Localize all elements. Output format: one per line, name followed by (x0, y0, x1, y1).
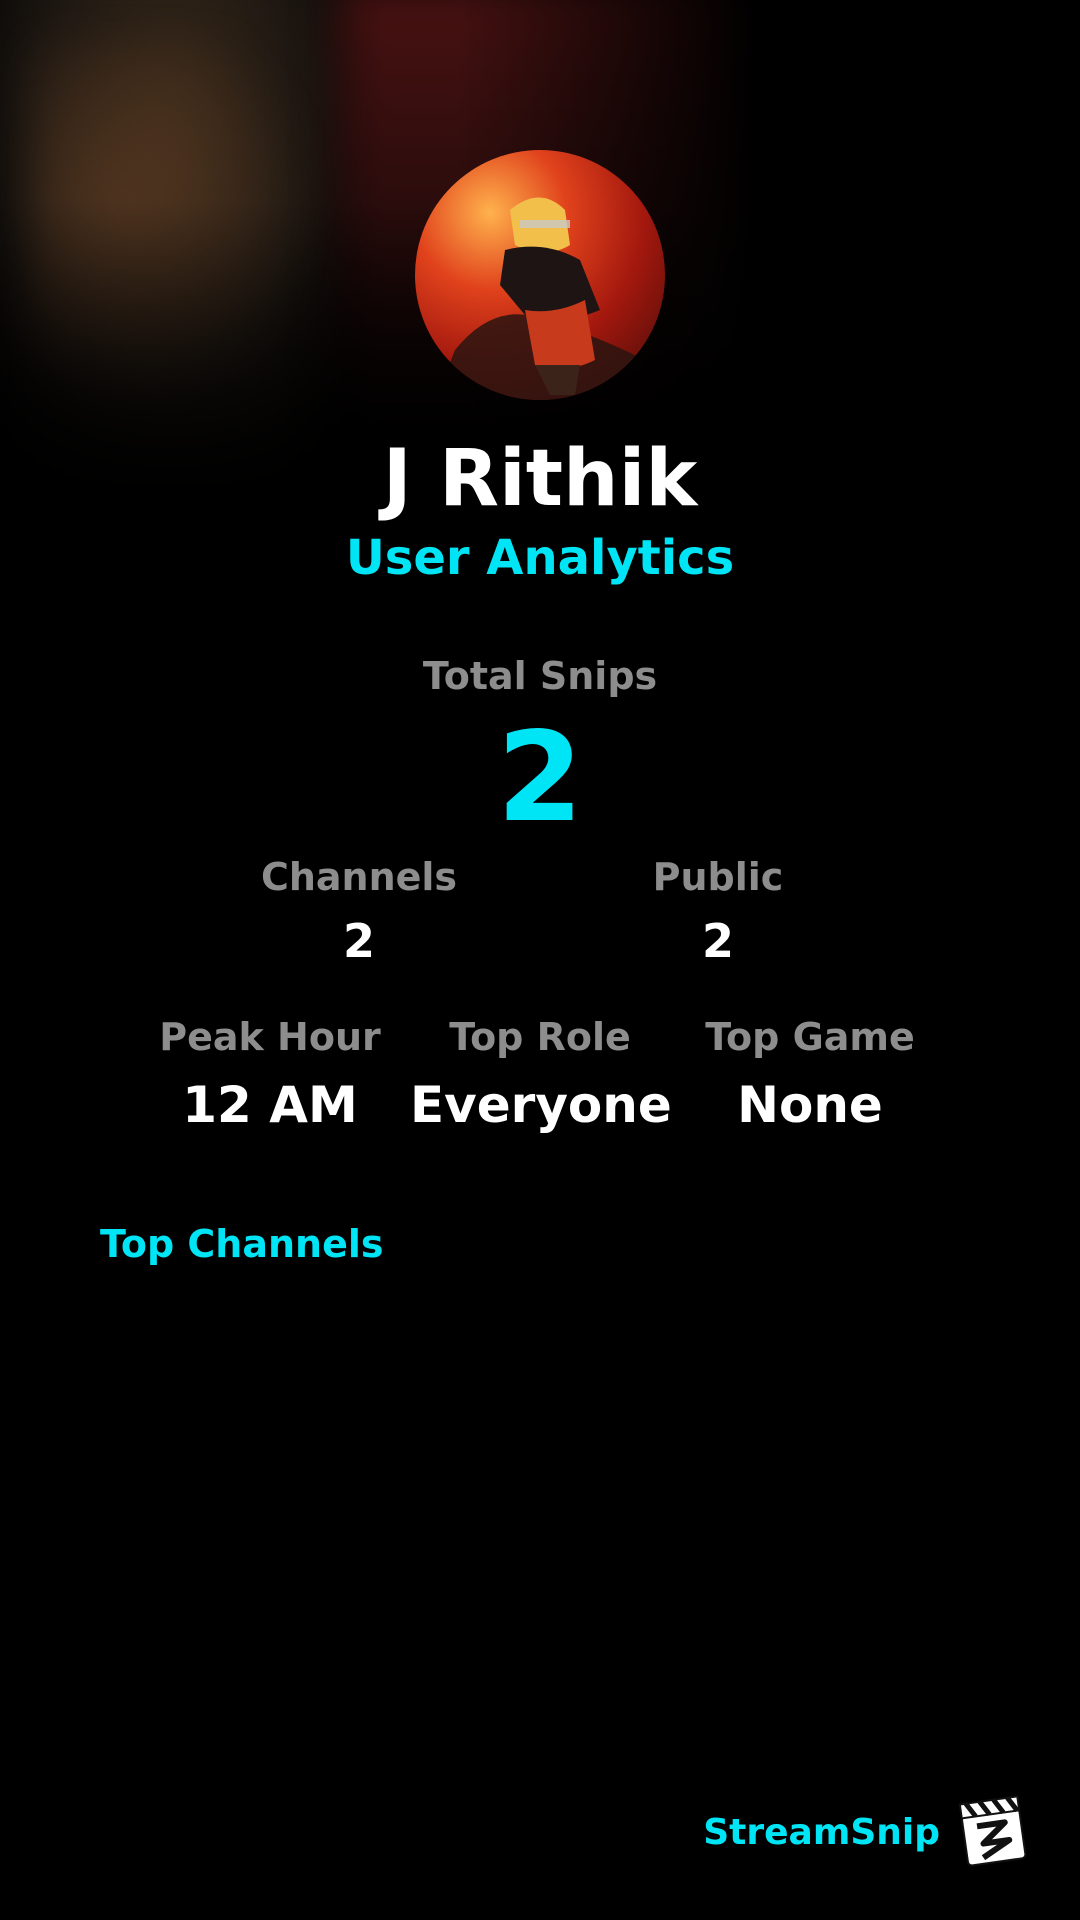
avatar (415, 150, 665, 400)
public-value: 2 (701, 914, 734, 968)
peak-hour-label: Peak Hour (159, 1015, 381, 1059)
brand-footer: StreamSnip (703, 1794, 1030, 1870)
clapperboard-logo-icon (958, 1794, 1030, 1870)
top-game-value: None (737, 1076, 883, 1134)
peak-hour-stat: Peak Hour 12 AM (150, 1018, 390, 1130)
public-stat: Public 2 (618, 858, 818, 964)
top-channels-heading: Top Channels (100, 1222, 384, 1266)
top-game-label: Top Game (705, 1015, 915, 1059)
channels-stat: Channels 2 (259, 858, 459, 964)
channels-label: Channels (260, 855, 458, 899)
channels-value: 2 (342, 914, 375, 968)
brand-name: StreamSnip (703, 1811, 940, 1853)
username: J Rithik (382, 434, 698, 524)
public-label: Public (652, 855, 784, 899)
peak-hour-value: 12 AM (182, 1076, 358, 1134)
total-snips-value: 2 (496, 706, 584, 850)
total-snips-label: Total Snips (422, 654, 658, 698)
top-role-value: Everyone (410, 1076, 672, 1134)
page-subtitle: User Analytics (345, 530, 735, 586)
top-role-label: Top Role (449, 1015, 631, 1059)
top-game-stat: Top Game None (690, 1018, 930, 1130)
top-role-stat: Top Role Everyone (410, 1015, 672, 1134)
